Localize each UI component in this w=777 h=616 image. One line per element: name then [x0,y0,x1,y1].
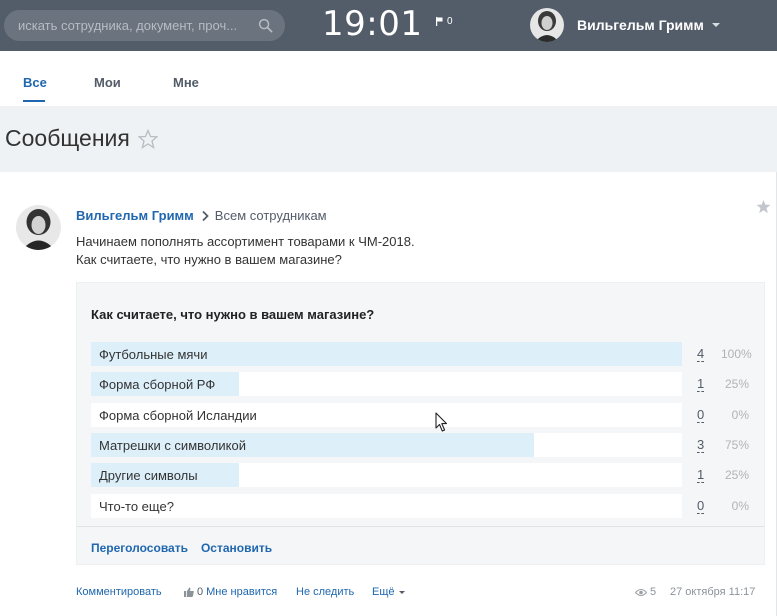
vote-option-label: Форма сборной Исландии [99,408,257,423]
vote-percent: 75% [724,438,749,452]
vote-bar-track: Форма сборной РФ [91,372,682,396]
more-menu[interactable]: Ещё [372,586,405,598]
title-bar: Сообщения [0,106,777,172]
recipient[interactable]: Всем сотрудникам [215,208,327,223]
vote-option[interactable]: Матрешки с символикой 3 75% [91,433,751,457]
top-bar: 19:01 0 Вильгельм Гримм [0,0,777,51]
vote-actions: Переголосовать Остановить [91,541,272,555]
star-icon[interactable] [138,129,158,149]
vote-option-label: Другие символы [99,468,198,483]
vote-percent: 25% [724,377,749,391]
author-link[interactable]: Вильгельм Гримм [76,208,194,223]
search-box[interactable] [4,10,285,41]
post-header: Вильгельм Гримм Всем сотрудникам [76,208,327,223]
vote-bar-track: Что-то еще? [91,494,682,518]
vote-option[interactable]: Что-то еще? 0 0% [91,494,751,518]
vote-bar-track: Форма сборной Исландии [91,403,682,427]
vote-bar-track: Другие символы [91,463,682,487]
post-footer: Комментировать 0 Мне нравится Не следить… [76,586,766,602]
active-tab-indicator [23,100,45,102]
user-menu[interactable]: Вильгельм Гримм [530,6,720,44]
more-label: Ещё [372,586,395,598]
vote-option[interactable]: Другие символы 1 25% [91,463,751,487]
tab-mine[interactable]: Мои [94,75,121,90]
vote-block: Как считаете, что нужно в вашем магазине… [76,282,765,565]
thumb-up-icon[interactable] [184,587,194,597]
eye-icon [635,588,647,596]
flag-count: 0 [447,16,453,27]
notifications-counter[interactable]: 0 [436,16,453,27]
tab-to-me[interactable]: Мне [173,75,199,90]
vote-option[interactable]: Форма сборной РФ 1 25% [91,372,751,396]
like-link[interactable]: Мне нравится [206,586,277,598]
vote-question: Как считаете, что нужно в вашем магазине… [91,307,375,322]
author-avatar[interactable] [16,205,61,250]
vote-count[interactable]: 1 [697,377,705,392]
vote-percent: 25% [724,468,749,482]
vote-count[interactable]: 4 [697,347,705,362]
divider [77,526,764,527]
revote-button[interactable]: Переголосовать [91,541,188,555]
stop-vote-button[interactable]: Остановить [201,541,272,555]
vote-count[interactable]: 1 [697,468,705,483]
vote-option[interactable]: Футбольные мячи 4 100% [91,342,752,366]
star-icon[interactable] [756,199,771,214]
vote-option-label: Форма сборной РФ [99,377,216,392]
vote-option[interactable]: Форма сборной Исландии 0 0% [91,403,751,427]
vote-percent: 100% [721,347,752,361]
search-icon[interactable] [258,18,273,33]
avatar[interactable] [530,8,564,42]
page-title: Сообщения [5,125,130,151]
vote-bar-track: Матрешки с символикой [91,433,682,457]
post-date[interactable]: 27 октября 11:17 [670,586,755,598]
post-text-line: Начинаем пополнять ассортимент товарами … [76,234,415,249]
feed-tabs: Все Мои Мне [0,51,777,106]
post-text: Начинаем пополнять ассортимент товарами … [76,233,415,269]
vote-bar-track: Футбольные мячи [91,342,682,366]
user-name[interactable]: Вильгельм Гримм [577,17,704,33]
views-count: 5 [650,586,657,598]
cursor-icon [435,412,448,432]
clock[interactable]: 19:01 [322,4,422,44]
chevron-right-icon [202,210,209,221]
post-text-line: Как считаете, что нужно в вашем магазине… [76,252,342,267]
vote-percent: 0% [731,499,749,513]
like-control[interactable]: 0 Мне нравится [184,586,277,598]
comment-link[interactable]: Комментировать [76,586,162,598]
vote-count[interactable]: 3 [697,438,705,453]
chevron-down-icon [398,590,405,594]
like-count: 0 [197,586,204,598]
search-input[interactable] [18,10,254,41]
vote-percent: 0% [731,408,749,422]
unfollow-link[interactable]: Не следить [296,586,354,598]
vote-count[interactable]: 0 [697,408,705,423]
vote-option-label: Матрешки с символикой [99,438,247,453]
tab-all[interactable]: Все [23,75,47,90]
vote-option-label: Что-то еще? [99,499,174,514]
vote-count[interactable]: 0 [697,499,705,514]
vote-option-label: Футбольные мячи [99,347,208,362]
post-card: Вильгельм Гримм Всем сотрудникам Начинае… [0,172,777,616]
flag-icon [436,17,443,26]
views-counter: 5 [635,586,656,598]
chevron-down-icon[interactable] [711,23,720,27]
